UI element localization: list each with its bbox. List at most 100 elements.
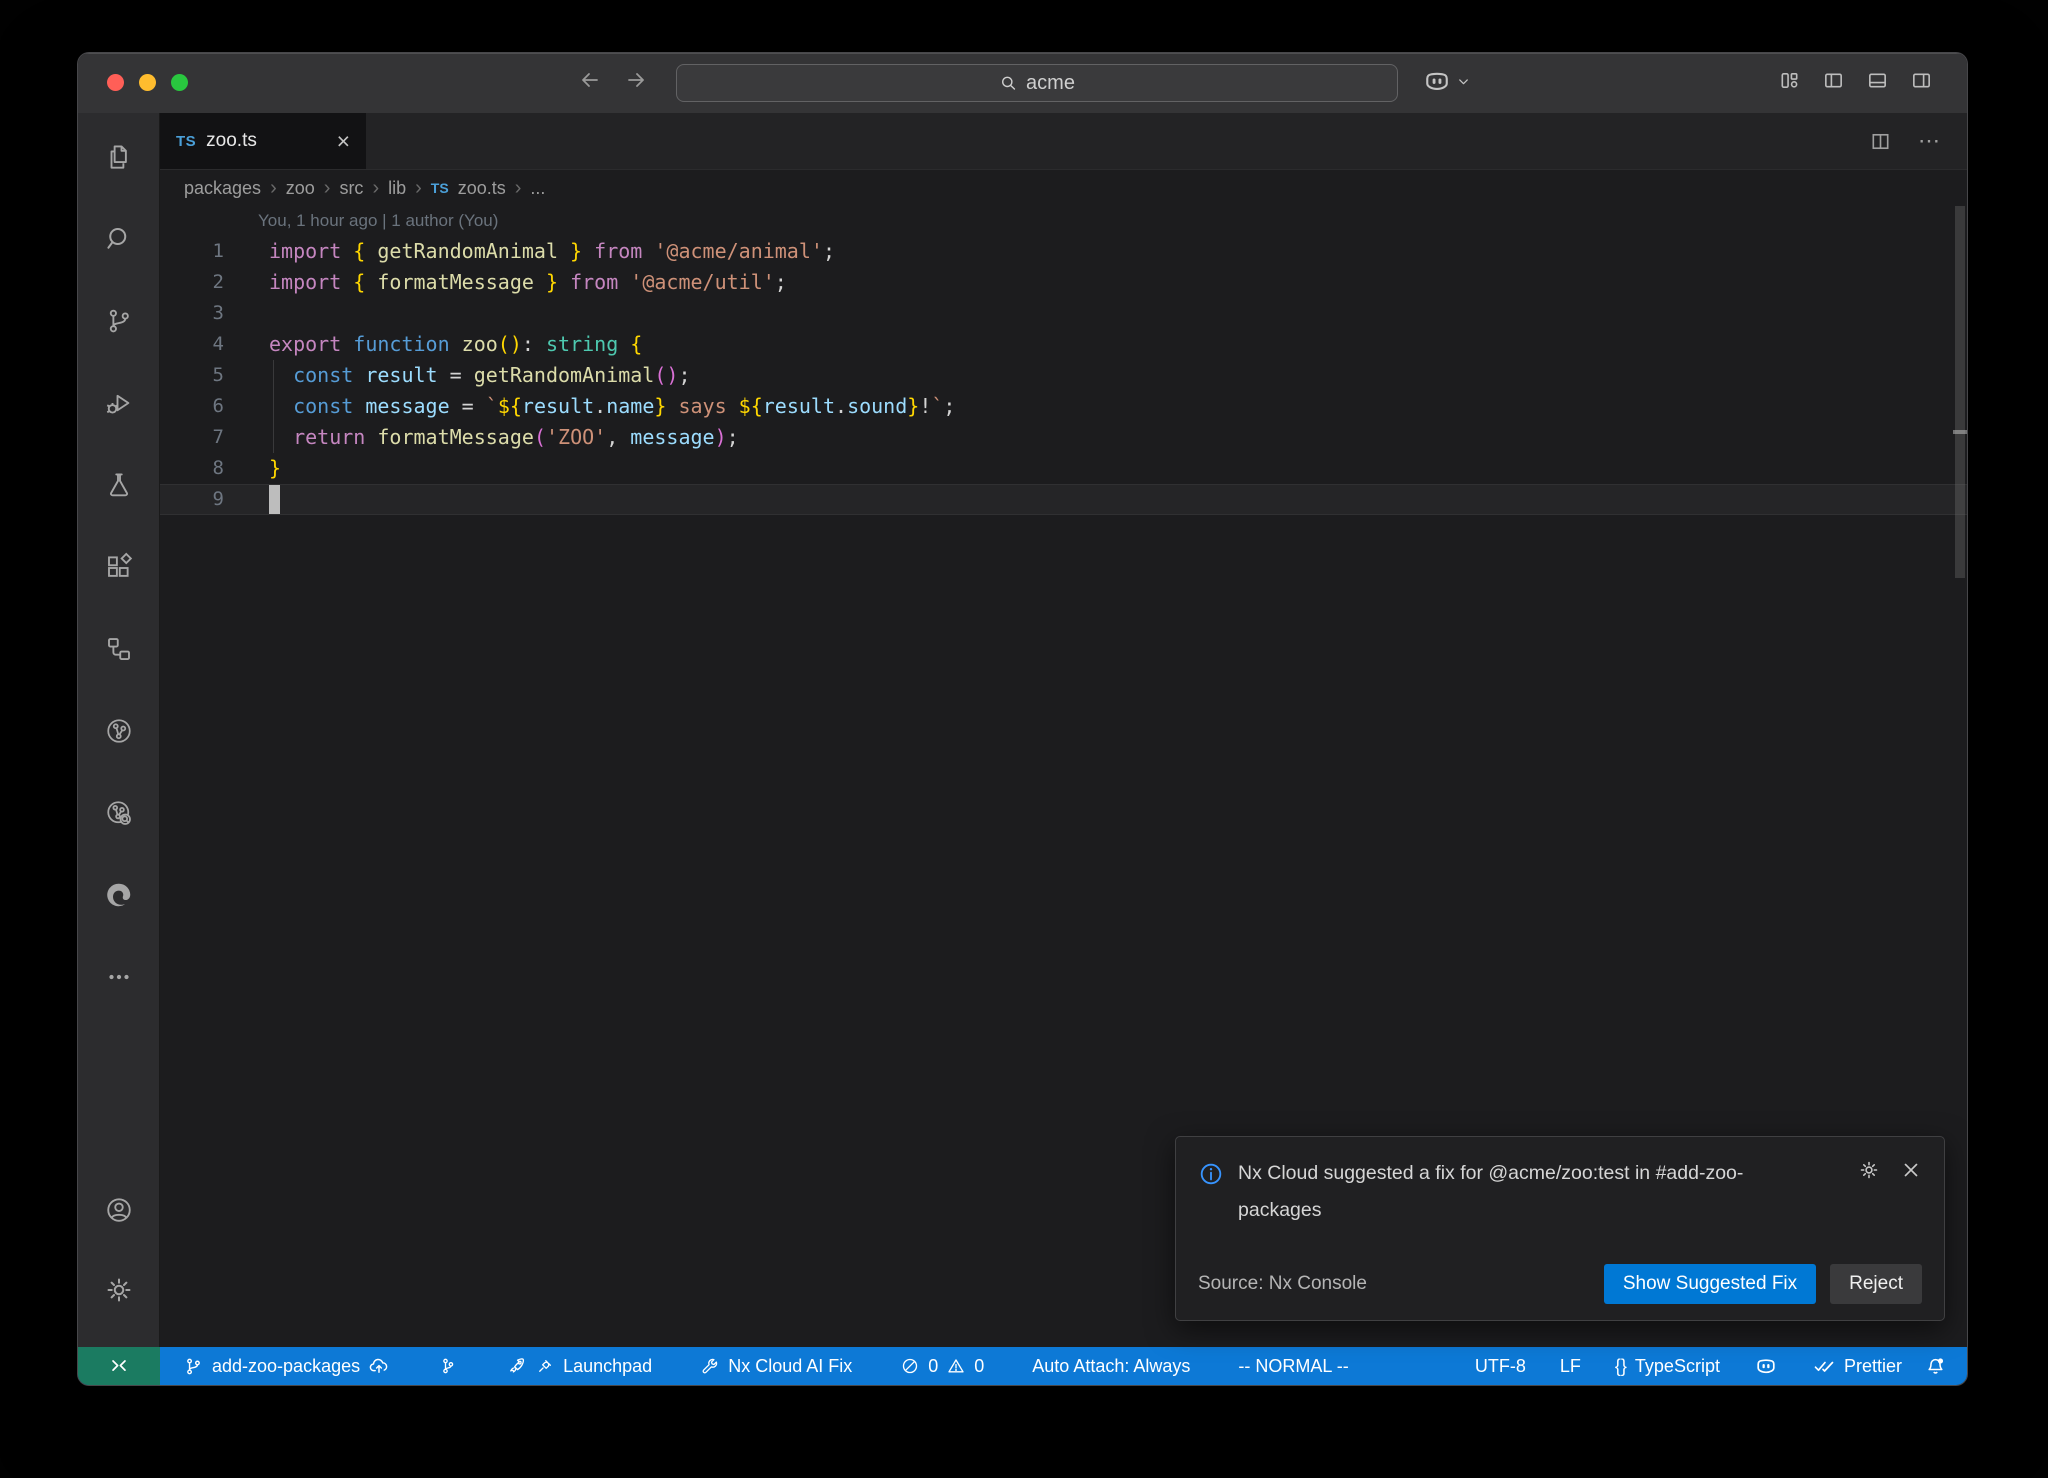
code-token: = xyxy=(450,394,486,418)
back-arrow-icon[interactable] xyxy=(578,68,602,92)
code-token: () xyxy=(498,332,522,356)
toggle-secondary-sidebar-icon[interactable] xyxy=(1910,69,1933,92)
breadcrumb-more[interactable]: ... xyxy=(530,178,545,199)
code-line-7[interactable]: 7 return formatMessage('ZOO', message); xyxy=(160,422,1967,453)
close-tab-icon[interactable]: × xyxy=(337,130,350,153)
toggle-panel-icon[interactable] xyxy=(1866,69,1889,92)
run-debug-icon[interactable] xyxy=(104,388,134,418)
code-token: 'ZOO' xyxy=(546,425,606,449)
customize-layout-icon[interactable] xyxy=(1778,69,1801,92)
copilot-status[interactable] xyxy=(1743,1347,1789,1385)
eol-status[interactable]: LF xyxy=(1549,1347,1592,1385)
code-line-1[interactable]: 1import { getRandomAnimal } from '@acme/… xyxy=(160,236,1967,267)
chevron-right-icon: › xyxy=(515,177,522,200)
language-mode-status[interactable]: {} TypeScript xyxy=(1604,1347,1731,1385)
toggle-primary-sidebar-icon[interactable] xyxy=(1822,69,1845,92)
breadcrumb-item-src[interactable]: src xyxy=(339,178,363,199)
command-center-search[interactable]: acme xyxy=(676,64,1398,102)
git-blame-codelens[interactable]: You, 1 hour ago | 1 author (You) xyxy=(258,206,1967,236)
editor-more-actions-icon[interactable]: ⋯ xyxy=(1918,128,1941,154)
overview-ruler-cursor-marker xyxy=(1953,430,1967,434)
chevron-right-icon: › xyxy=(270,177,277,200)
account-icon[interactable] xyxy=(104,1195,134,1225)
eol-label: LF xyxy=(1560,1356,1581,1377)
code-line-2[interactable]: 2import { formatMessage } from '@acme/ut… xyxy=(160,267,1967,298)
project-graph-icon[interactable] xyxy=(104,634,134,664)
extensions-icon[interactable] xyxy=(104,552,134,582)
notification-settings-gear-icon[interactable] xyxy=(1858,1159,1880,1181)
settings-gear-icon[interactable] xyxy=(104,1275,134,1305)
split-editor-icon[interactable] xyxy=(1869,130,1892,153)
code-line-4[interactable]: 4export function zoo(): string { xyxy=(160,329,1967,360)
code-token: formatMessage xyxy=(377,425,534,449)
source-control-graph-status[interactable] xyxy=(427,1347,469,1385)
code-token: sound xyxy=(847,394,907,418)
vim-mode-status[interactable]: -- NORMAL -- xyxy=(1227,1347,1359,1385)
code-token: zoo xyxy=(462,332,498,356)
code-line-9[interactable]: 9 xyxy=(160,484,1967,515)
editor-scrollbar[interactable] xyxy=(1953,206,1967,1347)
line-content: return formatMessage('ZOO', message); xyxy=(269,422,739,453)
reject-button[interactable]: Reject xyxy=(1830,1264,1922,1304)
nx-cloud-ai-fix-status[interactable]: Nx Cloud AI Fix xyxy=(689,1347,863,1385)
source-control-icon[interactable] xyxy=(104,306,134,336)
forward-arrow-icon[interactable] xyxy=(624,68,648,92)
nx-console-icon[interactable] xyxy=(104,716,134,746)
remote-indicator[interactable] xyxy=(78,1347,160,1385)
explorer-icon[interactable] xyxy=(104,142,134,172)
minimize-window-button[interactable] xyxy=(139,74,156,91)
code-token: { xyxy=(353,239,377,263)
code-token: ; xyxy=(678,363,690,387)
line-number: 4 xyxy=(160,329,224,360)
code-token: } xyxy=(654,394,666,418)
breadcrumb-item-zoo[interactable]: zoo xyxy=(286,178,315,199)
code-token: . xyxy=(594,394,606,418)
launchpad-label: Launchpad xyxy=(563,1356,652,1377)
code-token: ` xyxy=(931,394,943,418)
chevron-down-icon[interactable] xyxy=(1456,74,1471,89)
notification-source: Source: Nx Console xyxy=(1198,1273,1367,1295)
close-window-button[interactable] xyxy=(107,74,124,91)
typescript-file-icon: TS xyxy=(431,180,449,196)
breadcrumb-item-lib[interactable]: lib xyxy=(388,178,406,199)
code-token: { xyxy=(353,270,377,294)
breadcrumb-item-packages[interactable]: packages xyxy=(184,178,261,199)
graph-icon xyxy=(438,1356,458,1376)
tab-zoo-ts[interactable]: TS zoo.ts × xyxy=(160,113,366,169)
code-line-5[interactable]: 5 const result = getRandomAnimal(); xyxy=(160,360,1967,391)
formatter-status[interactable]: Prettier xyxy=(1801,1347,1913,1385)
code-line-3[interactable]: 3 xyxy=(160,298,1967,329)
formatter-label: Prettier xyxy=(1844,1356,1902,1377)
plug-icon xyxy=(535,1356,555,1376)
code-token: = xyxy=(438,363,474,387)
notification-toast: Nx Cloud suggested a fix for @acme/zoo:t… xyxy=(1175,1136,1945,1321)
code-line-6[interactable]: 6 const message = `${result.name} says $… xyxy=(160,391,1967,422)
nx-cloud-icon[interactable] xyxy=(104,798,134,828)
search-view-icon[interactable] xyxy=(104,224,134,254)
scrollbar-thumb[interactable] xyxy=(1955,206,1965,578)
show-suggested-fix-button[interactable]: Show Suggested Fix xyxy=(1604,1264,1816,1304)
more-views-icon[interactable] xyxy=(104,962,134,992)
indent-guide xyxy=(273,391,274,422)
auto-attach-status[interactable]: Auto Attach: Always xyxy=(1021,1347,1201,1385)
code-line-8[interactable]: 8} xyxy=(160,453,1967,484)
notifications-bell[interactable] xyxy=(1913,1347,1967,1385)
encoding-label: UTF-8 xyxy=(1475,1356,1526,1377)
copilot-icon[interactable] xyxy=(1422,66,1452,96)
line-number: 8 xyxy=(160,453,224,484)
breadcrumb-item-file[interactable]: zoo.ts xyxy=(458,178,506,199)
code-token: getRandomAnimal xyxy=(377,239,558,263)
code-token: formatMessage xyxy=(377,270,534,294)
search-icon xyxy=(999,74,1018,93)
encoding-status[interactable]: UTF-8 xyxy=(1464,1347,1537,1385)
code-token: getRandomAnimal xyxy=(474,363,655,387)
launchpad-status[interactable]: Launchpad xyxy=(495,1347,663,1385)
code-token: string xyxy=(546,332,618,356)
zoom-window-button[interactable] xyxy=(171,74,188,91)
edge-tools-icon[interactable] xyxy=(104,880,134,910)
testing-icon[interactable] xyxy=(104,470,134,500)
code-token: '@acme/animal' xyxy=(654,239,823,263)
notification-close-icon[interactable] xyxy=(1900,1159,1922,1181)
problems-status[interactable]: 0 0 xyxy=(889,1347,995,1385)
git-branch-status[interactable]: add-zoo-packages xyxy=(172,1347,401,1385)
